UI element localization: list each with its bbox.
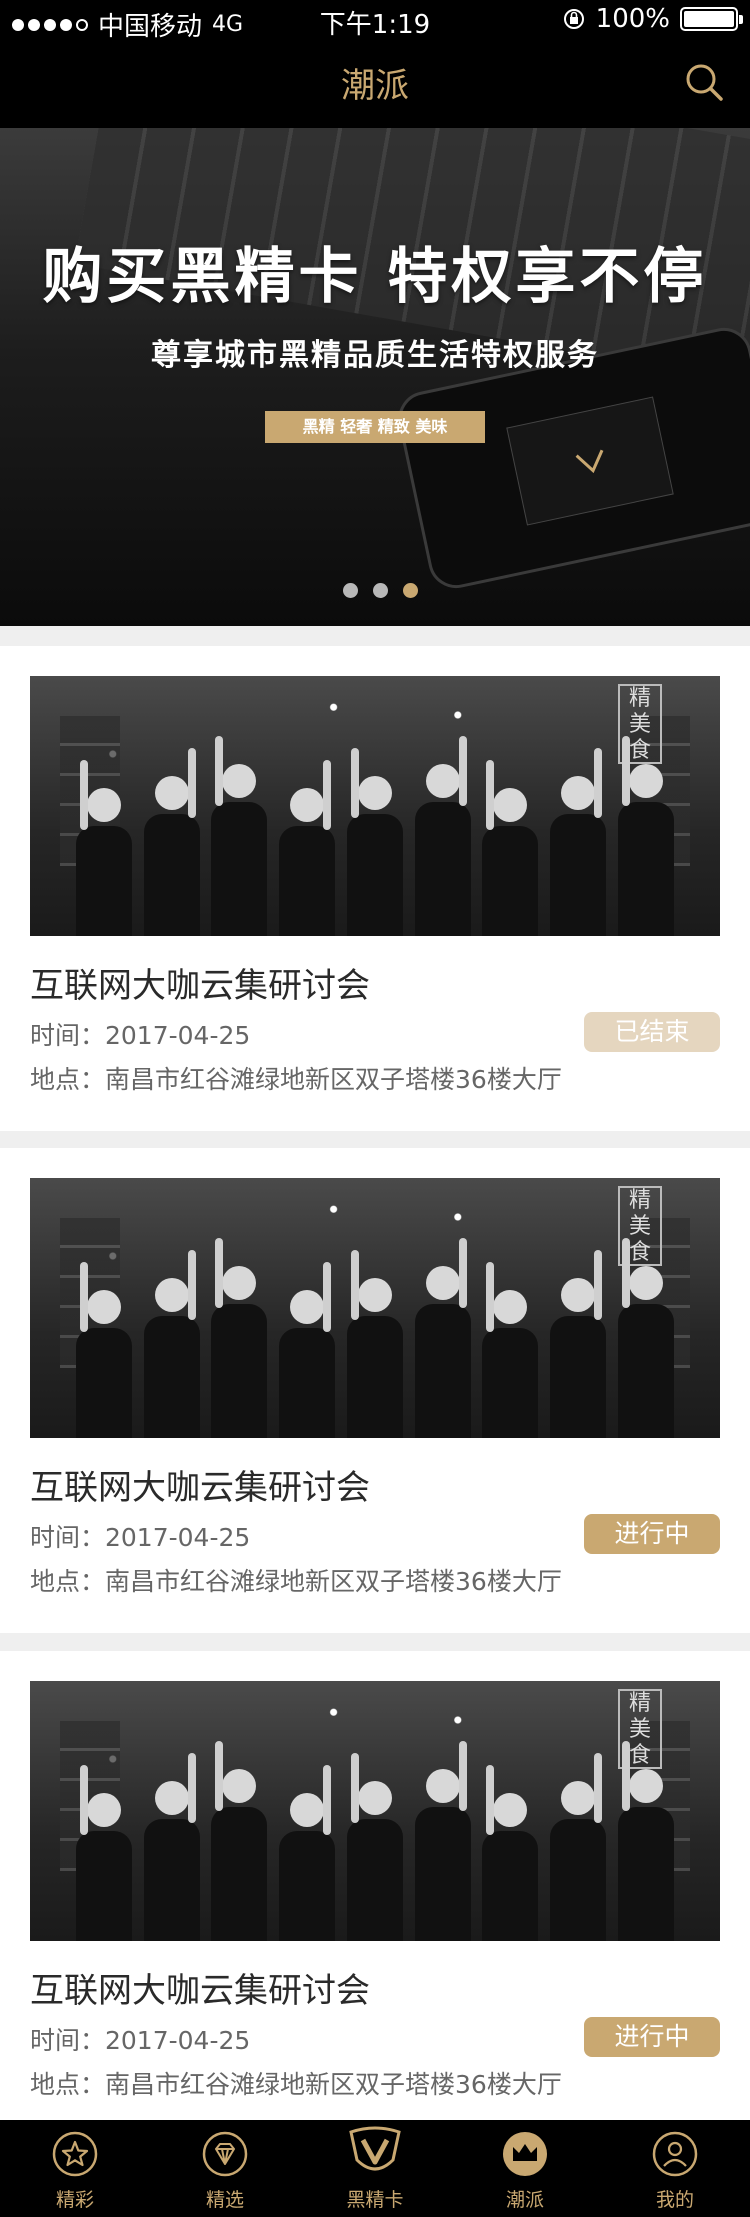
event-title: 互联网大咖云集研讨会 [30,966,370,1006]
tab-jingcai[interactable]: 精彩 [0,2120,150,2217]
star-circle-icon [52,2131,98,2177]
tab-label: 黑精卡 [346,2189,404,2211]
banner-pagination [343,583,418,598]
event-card[interactable]: 精美食 互联网大咖云集研讨会 时间：2017-04-25 进行中 地点：南昌市红… [0,1651,750,2136]
photo-person [550,1250,607,1438]
photo-person [346,748,403,936]
diamond-circle-icon [202,2131,248,2177]
event-time: 时间：2017-04-25 [30,2026,251,2055]
photo-person [482,1262,539,1438]
event-location: 地点：南昌市红谷滩绿地新区双子塔楼36楼大厅 [30,1567,562,1596]
photo-people [70,736,680,936]
event-time: 时间：2017-04-25 [30,1021,251,1050]
event-title: 互联网大咖云集研讨会 [30,1468,370,1508]
tab-label: 我的 [655,2189,694,2211]
tab-heijingka[interactable]: 黑精卡 [300,2120,450,2217]
banner-title: 购买黑精卡 特权享不停 [42,242,708,312]
photo-person [143,1753,200,1941]
tab-wode[interactable]: 我的 [600,2120,750,2217]
photo-person [211,1238,268,1438]
event-photo: 精美食 [30,676,720,936]
promo-banner[interactable]: 购买黑精卡 特权享不停 尊享城市黑精品质生活特权服务 黑精 轻奢 精致 美味 [0,128,750,626]
photo-person [618,1741,674,1941]
battery-icon [680,7,743,31]
photo-person [279,1262,336,1438]
photo-person [482,760,539,936]
photo-person [618,1238,674,1438]
status-badge: 已结束 [584,1012,720,1052]
tab-bar: 精彩 精选 黑精卡 潮派 我的 [0,2120,750,2217]
orientation-lock-icon [563,9,584,29]
tab-label: 潮派 [505,2189,544,2211]
event-card[interactable]: 精美食 互联网大咖云集研讨会 时间：2017-04-25 已结束 地点：南昌市红… [0,646,750,1131]
event-photo: 精美食 [30,1681,720,1941]
user-circle-icon [652,2131,698,2177]
pagination-dot-active[interactable] [403,583,418,598]
photo-person [75,1765,132,1941]
event-title: 互联网大咖云集研讨会 [30,1971,370,2011]
photo-person [279,760,336,936]
banner-tag: 黑精 轻奢 精致 美味 [265,411,485,443]
photo-person [346,1250,403,1438]
pagination-dot[interactable] [373,583,388,598]
crown-circle-icon [503,2132,547,2176]
event-location: 地点：南昌市红谷滩绿地新区双子塔楼36楼大厅 [30,2070,562,2099]
event-card[interactable]: 精美食 互联网大咖云集研讨会 时间：2017-04-25 进行中 地点：南昌市红… [0,1148,750,1633]
tab-label: 精选 [205,2189,244,2211]
battery-percent: 100% [595,4,670,34]
photo-person [550,1753,607,1941]
status-right: 100% [562,4,743,34]
photo-person [414,736,471,936]
photo-person [75,760,132,936]
photo-person [143,748,200,936]
photo-person [414,1238,471,1438]
tab-label: 精彩 [55,2189,94,2211]
photo-person [211,1741,268,1941]
photo-person [279,1765,336,1941]
photo-person [143,1250,200,1438]
tab-chaopai[interactable]: 潮派 [450,2120,600,2217]
photo-person [482,1765,539,1941]
photo-person [75,1262,132,1438]
event-location: 地点：南昌市红谷滩绿地新区双子塔楼36楼大厅 [30,1065,562,1094]
v-shield-icon [349,2126,401,2171]
status-badge: 进行中 [584,2017,720,2057]
photo-person [618,736,674,936]
photo-person [346,1753,403,1941]
status-badge: 进行中 [584,1514,720,1554]
nav-bar: 潮派 [0,40,750,128]
photo-people [70,1238,680,1438]
page-title: 潮派 [341,66,409,106]
event-time: 时间：2017-04-25 [30,1523,251,1552]
status-bar: 中国移动 4G 下午1:19 100% [0,0,750,42]
photo-person [211,736,268,936]
v-logo-icon [575,449,604,474]
photo-person [414,1741,471,1941]
photo-people [70,1741,680,1941]
pagination-dot[interactable] [343,583,358,598]
event-photo: 精美食 [30,1178,720,1438]
search-icon[interactable] [682,60,726,104]
banner-subtitle: 尊享城市黑精品质生活特权服务 [151,338,599,373]
photo-person [550,748,607,936]
tab-jingxuan[interactable]: 精选 [150,2120,300,2217]
